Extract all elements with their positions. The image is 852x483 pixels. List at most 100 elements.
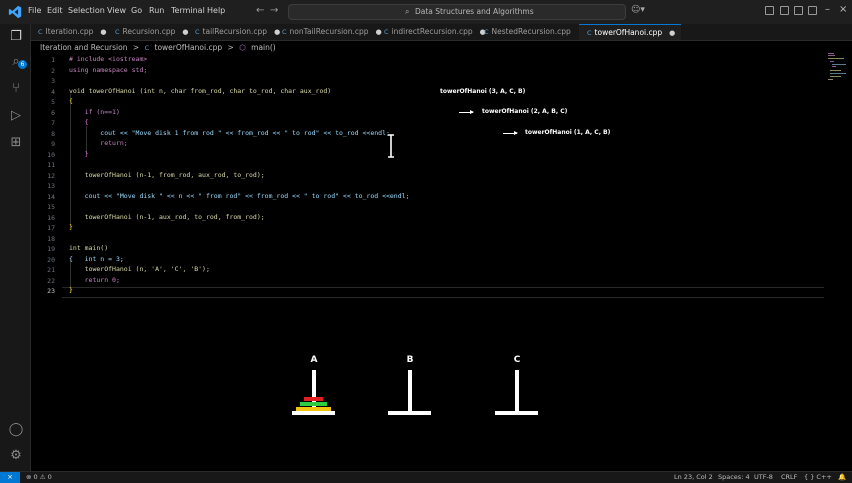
tab-tower-of-hanoi[interactable]: CtowerOfHanoi.cpp ● <box>579 24 682 40</box>
cpp-file-icon: C <box>587 29 592 37</box>
tab-nested-recursion[interactable]: C NestedRecursion.cpp <box>484 24 571 40</box>
line-number: 4 <box>51 87 55 96</box>
minimize-icon[interactable]: – <box>825 4 830 15</box>
menu-help[interactable]: Help <box>207 6 225 15</box>
menu-file[interactable]: File <box>28 6 41 15</box>
indentation[interactable]: Spaces: 4 <box>718 473 750 481</box>
line-number: 13 <box>47 182 55 190</box>
code-text: return 0; <box>69 275 120 284</box>
breadcrumb-symbol[interactable]: main() <box>251 43 276 52</box>
line-number: 23 <box>47 287 55 295</box>
code-line: cout << "Move disk " << n << " from rod"… <box>69 191 410 200</box>
source-control-icon[interactable]: ⑂ <box>8 81 24 97</box>
menu-terminal[interactable]: Terminal <box>171 6 205 15</box>
search-view-icon[interactable]: ⌕ <box>8 54 24 70</box>
tab-iteration[interactable]: C Iteration.cpp ● <box>38 24 107 40</box>
line-ending[interactable]: CRLF <box>781 473 797 481</box>
settings-gear-icon[interactable]: ⚙ <box>8 448 24 464</box>
breadcrumb-folder[interactable]: Iteration and Recursion <box>40 43 127 52</box>
code-text: } <box>69 149 89 158</box>
modified-dot-icon[interactable]: ● <box>376 28 382 36</box>
call-annotation: towerOfHanoi (1, A, C, B) <box>525 129 611 136</box>
menu-run[interactable]: Run <box>149 6 164 15</box>
line-number: 16 <box>47 213 55 222</box>
breadcrumb-file[interactable]: towerOfHanoi.cpp <box>155 43 223 52</box>
remote-indicator-icon[interactable]: ⨯ <box>0 472 20 483</box>
code-text: } <box>69 223 73 231</box>
cpp-file-icon: C <box>38 28 43 36</box>
code-text: if (n==1) <box>69 107 120 116</box>
tab-non-tail-recursion[interactable]: CnonTailRecursion.cpp ● <box>282 24 382 40</box>
modified-dot-icon[interactable]: ● <box>182 28 188 36</box>
code-text: cout << "Move disk " << n << " from rod"… <box>69 191 410 200</box>
explorer-icon[interactable]: ❐ <box>8 29 24 45</box>
cpp-file-icon: C <box>384 28 389 36</box>
menu-go[interactable]: Go <box>131 6 142 15</box>
language-mode[interactable]: { } C++ <box>804 473 832 481</box>
code-line: } <box>69 150 89 158</box>
warning-count: 0 <box>47 473 52 481</box>
code-line: # include <iostream> <box>69 55 147 63</box>
rod-base-a <box>292 411 335 415</box>
disk-small <box>304 397 323 401</box>
arrow-right-icon <box>503 131 518 135</box>
code-editor[interactable]: 1 # include <iostream> 2 using namespace… <box>31 52 821 300</box>
line-number: 3 <box>51 77 55 85</box>
code-text: { <box>69 97 73 105</box>
menu-edit[interactable]: Edit <box>47 6 63 15</box>
code-line: } <box>69 223 73 231</box>
back-arrow-icon[interactable]: ← <box>256 5 264 16</box>
code-text: towerOfHanoi (n-1, aux_rod, to_rod, from… <box>69 212 265 221</box>
rod-base-b <box>388 411 431 415</box>
forward-arrow-icon[interactable]: → <box>270 5 278 16</box>
encoding[interactable]: UTF-8 <box>754 473 773 481</box>
cursor-position[interactable]: Ln 23, Col 2 <box>674 473 713 481</box>
line-number: 6 <box>51 108 55 117</box>
line-number: 14 <box>47 192 55 201</box>
notifications-bell-icon[interactable]: 🔔 <box>838 473 846 481</box>
minimap[interactable] <box>828 52 846 82</box>
line-number: 11 <box>47 161 55 169</box>
account-icon[interactable]: ◯ <box>8 422 24 438</box>
function-symbol-icon: ⬡ <box>239 43 246 52</box>
tab-recursion[interactable]: C Recursion.cpp ● <box>115 24 188 40</box>
modified-dot-icon[interactable]: ● <box>100 28 106 36</box>
code-line: cout << "Move disk 1 from rod " << from_… <box>69 129 390 137</box>
toggle-secondary-sidebar-icon[interactable] <box>808 6 817 15</box>
tab-indirect-recursion[interactable]: CindirectRecursion.cpp ● <box>384 24 486 40</box>
text-cursor-icon <box>388 134 394 158</box>
editor-tabs: C Iteration.cpp ● C Recursion.cpp ● CtailRec… <box>31 24 852 41</box>
problems-indicator[interactable]: ⊗ 0 ⚠ 0 <box>26 473 52 481</box>
run-debug-icon[interactable]: ▷ <box>8 108 24 124</box>
code-line: } <box>69 286 73 294</box>
menu-view[interactable]: View <box>107 6 126 15</box>
customize-layout-icon[interactable] <box>765 6 774 15</box>
command-center-search[interactable]: ⌕ Data Structures and Algorithms <box>288 4 626 20</box>
call-annotation: towerOfHanoi (2, A, B, C) <box>482 108 568 115</box>
search-icon: ⌕ <box>405 7 410 16</box>
code-line: using namespace std; <box>69 66 147 74</box>
toggle-primary-sidebar-icon[interactable] <box>780 6 789 15</box>
line-number: 12 <box>47 171 55 180</box>
toggle-panel-icon[interactable] <box>794 6 803 15</box>
code-text: cout << "Move disk 1 from rod " << from_… <box>69 128 390 137</box>
modified-dot-icon[interactable]: ● <box>669 29 675 37</box>
tab-label: nonTailRecursion.cpp <box>289 27 369 36</box>
extensions-icon[interactable]: ⊞ <box>8 135 24 151</box>
line-number: 5 <box>51 98 55 106</box>
rod-base-c <box>495 411 538 415</box>
modified-dot-icon[interactable]: ● <box>274 28 280 36</box>
line-number: 8 <box>51 129 55 138</box>
close-window-icon[interactable]: × <box>839 4 847 15</box>
menu-selection[interactable]: Selection <box>68 6 105 15</box>
line-number: 18 <box>47 234 55 243</box>
cpp-file-icon: C <box>195 28 200 36</box>
tab-tail-recursion[interactable]: CtailRecursion.cpp ● <box>195 24 280 40</box>
line-number: 17 <box>47 224 55 232</box>
tab-label: Recursion.cpp <box>122 27 176 36</box>
copilot-icon[interactable]: ☺▾ <box>631 5 645 15</box>
warning-icon: ⚠ <box>39 473 46 481</box>
cpp-file-icon: C <box>282 28 287 36</box>
code-text: { int n = 3; <box>69 254 124 263</box>
line-number: 2 <box>51 66 55 75</box>
